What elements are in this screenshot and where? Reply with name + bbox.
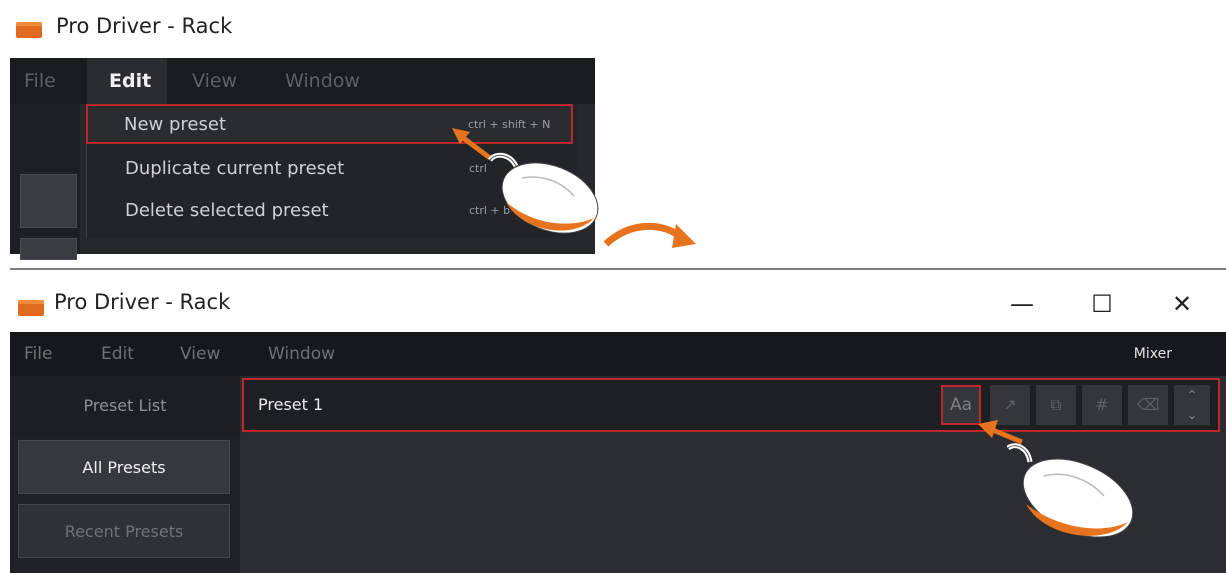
- menu-window[interactable]: Window: [268, 332, 335, 376]
- preset-list-header: Preset List: [10, 376, 240, 436]
- window-title: Pro Driver - Rack: [54, 290, 231, 314]
- app-icon: [16, 22, 42, 38]
- mouse-icon: [1006, 443, 1134, 538]
- menu-view[interactable]: View: [180, 332, 220, 376]
- menu-edit-label: Edit: [109, 70, 152, 92]
- all-presets-button[interactable]: All Presets: [18, 440, 230, 494]
- preset-name[interactable]: Preset 1: [258, 380, 323, 430]
- hash-icon[interactable]: #: [1082, 385, 1122, 425]
- menu-file[interactable]: File: [24, 332, 52, 376]
- menu-item-label: Delete selected preset: [125, 200, 329, 221]
- window-title: Pro Driver - Rack: [56, 14, 233, 38]
- preset-stepper[interactable]: ⌃ ⌄: [1174, 385, 1210, 425]
- menu-item-label: New preset: [124, 114, 226, 135]
- close-button[interactable]: ✕: [1152, 284, 1212, 324]
- recent-presets-button[interactable]: Recent Presets: [18, 504, 230, 558]
- minimize-button[interactable]: —: [992, 284, 1052, 324]
- bottom-menubar: File Edit View Window Mixer: [10, 332, 1226, 376]
- app-icon: [18, 300, 44, 316]
- delete-icon[interactable]: ⌫: [1128, 385, 1168, 425]
- preset-bar: Preset 1 Aa ↗ ⧉ # ⌫ ⌃ ⌄: [242, 378, 1220, 432]
- top-menubar: File Edit View Window: [10, 58, 595, 104]
- preset-sidebar: Preset List All Presets Recent Presets: [10, 376, 240, 573]
- maximize-button[interactable]: ☐: [1072, 284, 1132, 324]
- menu-file[interactable]: File: [24, 58, 56, 104]
- menu-view[interactable]: View: [192, 58, 237, 104]
- mixer-tab[interactable]: Mixer: [1134, 332, 1172, 376]
- chevron-up-icon[interactable]: ⌃: [1174, 385, 1210, 405]
- menu-edit[interactable]: Edit: [87, 58, 167, 104]
- duplicate-icon[interactable]: ⧉: [1036, 385, 1076, 425]
- menu-item-label: Duplicate current preset: [125, 158, 345, 179]
- menu-window[interactable]: Window: [285, 58, 360, 104]
- bottom-window-titlebar: Pro Driver - Rack — ☐ ✕: [12, 270, 1226, 332]
- chevron-down-icon[interactable]: ⌄: [1174, 405, 1210, 425]
- sidebar-button[interactable]: [20, 174, 77, 228]
- top-window-titlebar: Pro Driver - Rack: [0, 0, 600, 56]
- mouse-icon: [488, 152, 599, 234]
- menu-edit[interactable]: Edit: [101, 332, 134, 376]
- next-step-arrow-icon: [603, 222, 696, 248]
- sidebar-button[interactable]: [20, 238, 77, 260]
